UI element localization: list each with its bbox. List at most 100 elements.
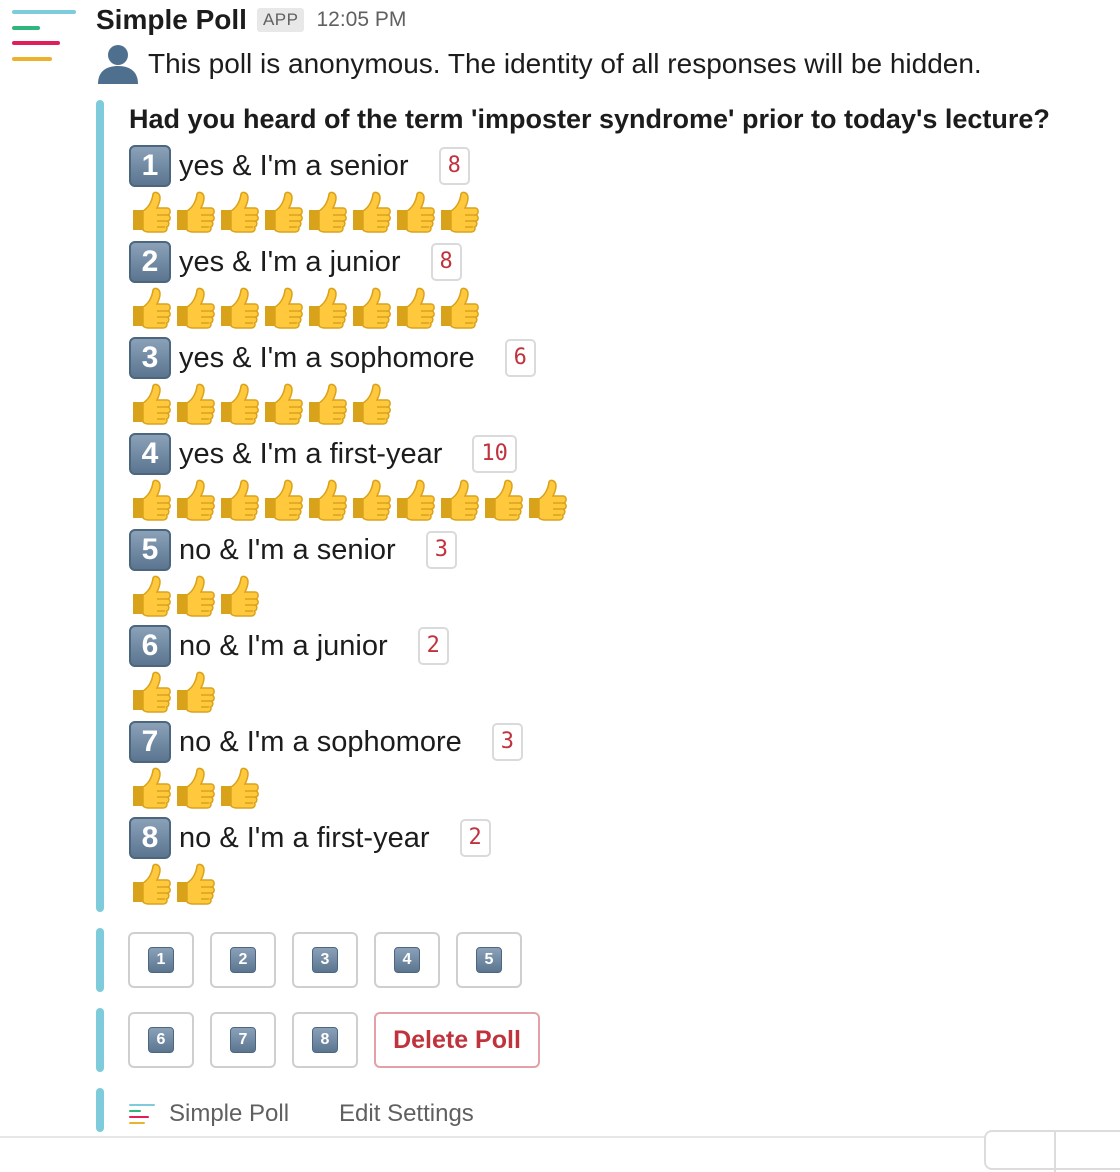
thumbs-up-icon [173, 862, 217, 906]
vote-marks [129, 862, 491, 906]
thumbs-up-icon [217, 190, 261, 234]
vote-option-button[interactable]: 4 [374, 932, 440, 988]
thumbs-up-icon [393, 190, 437, 234]
keycap-digit-icon: 7 [230, 1027, 256, 1053]
keycap-digit-icon: 3 [129, 337, 171, 379]
attachment-bar [96, 1088, 104, 1132]
vote-marks [129, 766, 523, 810]
poll-option: 4 yes & I'm a first-year 10 [129, 432, 569, 528]
anonymous-notice: This poll is anonymous. The identity of … [96, 44, 982, 84]
vote-marks [129, 190, 481, 234]
poll-option: 7 no & I'm a sophomore 3 [129, 720, 524, 816]
poll-option-label: yes & I'm a first-year [179, 437, 443, 470]
thumbs-up-icon [173, 478, 217, 522]
toolbar-divider [1054, 1132, 1056, 1172]
thumbs-up-icon [217, 382, 261, 426]
thumbs-up-icon [261, 190, 305, 234]
vote-count-badge: 3 [425, 531, 457, 569]
keycap-digit-icon: 1 [148, 947, 174, 973]
thumbs-up-icon [129, 574, 173, 618]
poll-option-label: yes & I'm a senior [179, 149, 409, 182]
thumbs-up-icon [349, 478, 393, 522]
poll-option: 8 no & I'm a first-year 2 [129, 816, 491, 912]
thumbs-up-icon [217, 478, 261, 522]
divider [0, 1136, 984, 1138]
keycap-digit-icon: 1 [129, 145, 171, 187]
poll-option-label: yes & I'm a sophomore [179, 341, 475, 374]
thumbs-up-icon [305, 478, 349, 522]
vote-marks [129, 670, 449, 714]
poll-option-label: no & I'm a first-year [179, 821, 430, 854]
poll-option-header: 4 yes & I'm a first-year 10 [129, 432, 569, 476]
vote-option-button[interactable]: 3 [292, 932, 358, 988]
vote-option-button[interactable]: 6 [128, 1012, 194, 1068]
keycap-digit-icon: 5 [476, 947, 502, 973]
thumbs-up-icon [393, 286, 437, 330]
footer-app-name: Simple Poll [169, 1100, 290, 1127]
vote-count-badge: 2 [459, 819, 491, 857]
thumbs-up-icon [129, 670, 173, 714]
keycap-digit-icon: 2 [129, 241, 171, 283]
thumbs-up-icon [349, 190, 393, 234]
vote-marks [129, 574, 457, 618]
attachment-footer: Simple Poll Edit Settings [129, 1096, 474, 1132]
thumbs-up-icon [217, 766, 261, 810]
keycap-digit-icon: 8 [312, 1027, 338, 1053]
poll-option: 3 yes & I'm a sophomore 6 [129, 336, 536, 432]
poll-option: 5 no & I'm a senior 3 [129, 528, 457, 624]
keycap-digit-icon: 6 [129, 625, 171, 667]
simple-poll-logo-icon [129, 1102, 157, 1126]
app-badge: APP [256, 8, 305, 32]
simple-poll-logo-icon[interactable] [12, 10, 76, 66]
poll-question: Had you heard of the term 'imposter synd… [129, 104, 1050, 134]
poll-option: 2 yes & I'm a junior 8 [129, 240, 481, 336]
vote-option-button[interactable]: 2 [210, 932, 276, 988]
vote-count-badge: 2 [417, 627, 449, 665]
thumbs-up-icon [129, 862, 173, 906]
message-actions-toolbar[interactable] [984, 1130, 1120, 1172]
poll-option-header: 2 yes & I'm a junior 8 [129, 240, 481, 284]
thumbs-up-icon [481, 478, 525, 522]
poll-option-header: 8 no & I'm a first-year 2 [129, 816, 491, 860]
vote-option-button[interactable]: 7 [210, 1012, 276, 1068]
sender-name[interactable]: Simple Poll [96, 4, 247, 36]
thumbs-up-icon [173, 574, 217, 618]
keycap-digit-icon: 7 [129, 721, 171, 763]
poll-option-header: 6 no & I'm a junior 2 [129, 624, 449, 668]
delete-poll-button[interactable]: Delete Poll [374, 1012, 540, 1068]
keycap-digit-icon: 2 [230, 947, 256, 973]
thumbs-up-icon [173, 286, 217, 330]
thumbs-up-icon [173, 766, 217, 810]
thumbs-up-icon [437, 190, 481, 234]
thumbs-up-icon [305, 286, 349, 330]
thumbs-up-icon [437, 478, 481, 522]
poll-option-header: 5 no & I'm a senior 3 [129, 528, 457, 572]
vote-count-badge: 10 [472, 435, 517, 473]
vote-option-button[interactable]: 8 [292, 1012, 358, 1068]
message-timestamp[interactable]: 12:05 PM [316, 8, 406, 32]
vote-marks [129, 286, 481, 330]
thumbs-up-icon [349, 382, 393, 426]
thumbs-up-icon [173, 670, 217, 714]
vote-marks [129, 478, 569, 522]
attachment-bar [96, 928, 104, 992]
keycap-digit-icon: 6 [148, 1027, 174, 1053]
keycap-digit-icon: 3 [312, 947, 338, 973]
vote-option-button[interactable]: 1 [128, 932, 194, 988]
thumbs-up-icon [173, 382, 217, 426]
vote-count-badge: 8 [430, 243, 462, 281]
keycap-digit-icon: 8 [129, 817, 171, 859]
keycap-digit-icon: 4 [129, 433, 171, 475]
vote-count-badge: 8 [438, 147, 470, 185]
thumbs-up-icon [305, 382, 349, 426]
thumbs-up-icon [393, 478, 437, 522]
vote-marks [129, 382, 536, 426]
poll-option: 1 yes & I'm a senior 8 [129, 144, 481, 240]
keycap-digit-icon: 5 [129, 529, 171, 571]
vote-option-button[interactable]: 5 [456, 932, 522, 988]
poll-option-label: no & I'm a sophomore [179, 725, 462, 758]
thumbs-up-icon [129, 382, 173, 426]
edit-settings-link[interactable]: Edit Settings [339, 1100, 474, 1128]
poll-option-label: no & I'm a junior [179, 629, 388, 662]
thumbs-up-icon [129, 478, 173, 522]
